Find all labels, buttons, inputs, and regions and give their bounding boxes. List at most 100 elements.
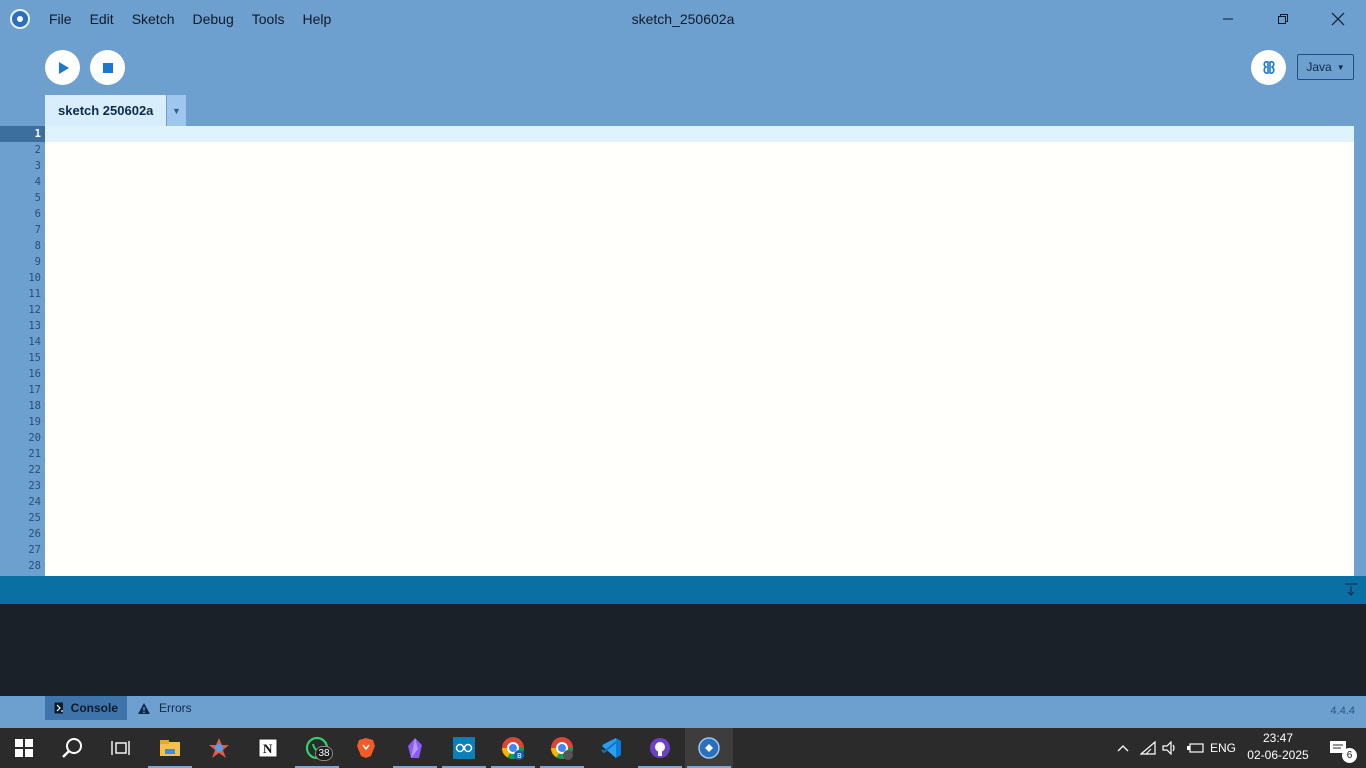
taskbar-app-whatsapp[interactable]: 38 [293, 728, 341, 768]
console-output[interactable] [0, 604, 1366, 696]
close-button[interactable] [1311, 0, 1365, 38]
collapse-console-icon[interactable] [1344, 583, 1358, 597]
clock-time: 23:47 [1262, 731, 1294, 745]
taskbar-app-file-explorer[interactable] [146, 728, 194, 768]
wifi-status[interactable] [1137, 728, 1159, 768]
mode-selector[interactable]: Java ▼ [1297, 54, 1354, 80]
clock-date: 02-06-2025 [1247, 748, 1309, 762]
menu-edit[interactable]: Edit [81, 0, 123, 38]
line-number: 5 [34, 192, 41, 204]
run-button[interactable] [45, 50, 80, 85]
line-number: 28 [28, 560, 41, 572]
clock[interactable]: 23:47 02-06-2025 [1240, 730, 1316, 766]
taskbar-app-arduino[interactable] [440, 728, 488, 768]
notification-count: 6 [1342, 748, 1357, 763]
app-icon-2 [208, 737, 230, 759]
debugger-button[interactable] [1251, 50, 1286, 85]
taskbar-app-app-icon-2[interactable] [195, 728, 243, 768]
line-number: 1 [34, 128, 41, 140]
line-number: 19 [28, 416, 41, 428]
language-indicator[interactable]: ENG [1208, 728, 1238, 768]
windows-logo-icon [15, 739, 33, 757]
tray-overflow-button[interactable] [1113, 728, 1133, 768]
chrome-icon [550, 736, 574, 760]
line-number: 12 [28, 304, 41, 316]
search-button[interactable] [48, 728, 96, 768]
line-number: 16 [28, 368, 41, 380]
taskbar-app-vscode[interactable] [587, 728, 635, 768]
line-number: 22 [28, 464, 41, 476]
taskbar-app-github-desktop[interactable] [636, 728, 684, 768]
arduino-icon [453, 737, 475, 759]
line-number: 9 [34, 256, 41, 268]
chevron-down-icon: ▼ [172, 105, 181, 116]
close-icon [1331, 12, 1345, 26]
terminal-icon [54, 702, 63, 714]
menu-tools[interactable]: Tools [243, 0, 294, 38]
taskbar-app-chrome[interactable] [538, 728, 586, 768]
svg-text:B: B [517, 752, 522, 760]
line-number: 14 [28, 336, 41, 348]
tab-sketch[interactable]: sketch 250602a [45, 95, 166, 126]
menu-debug[interactable]: Debug [184, 0, 243, 38]
taskbar-app-notion[interactable]: N [244, 728, 292, 768]
taskbar-app-chrome-profile-b[interactable]: B [489, 728, 537, 768]
editor-scrollbar[interactable] [1354, 126, 1366, 576]
line-number: 17 [28, 384, 41, 396]
minimize-button[interactable] [1201, 0, 1255, 38]
start-button[interactable] [0, 728, 48, 768]
line-number: 18 [28, 400, 41, 412]
processing-logo-icon [10, 9, 30, 29]
play-icon [58, 61, 69, 74]
minimize-icon [1223, 18, 1233, 20]
battery-status[interactable] [1184, 728, 1206, 768]
line-number: 21 [28, 448, 41, 460]
stop-icon [102, 62, 113, 73]
console-divider[interactable] [0, 576, 1366, 604]
line-number: 3 [34, 160, 41, 172]
line-number: 8 [34, 240, 41, 252]
volume-control[interactable] [1160, 728, 1180, 768]
brave-icon [356, 737, 376, 759]
taskbar-app-obsidian[interactable] [391, 728, 439, 768]
tab-console[interactable]: Console [45, 696, 127, 720]
line-number: 20 [28, 432, 41, 444]
task-view-button[interactable] [96, 728, 144, 768]
line-number: 7 [34, 224, 41, 236]
obsidian-icon [406, 737, 424, 759]
unread-count-badge: 38 [315, 746, 333, 761]
svg-text:N: N [263, 741, 273, 756]
tab-menu-button[interactable]: ▼ [167, 95, 186, 126]
menu-file[interactable]: File [40, 0, 81, 38]
file-explorer-icon [159, 739, 181, 757]
console-label: Console [70, 701, 118, 715]
errors-label: Errors [159, 701, 192, 715]
chevron-down-icon: ▼ [1336, 62, 1345, 72]
taskbar-app-brave[interactable] [342, 728, 390, 768]
code-editor[interactable] [45, 126, 1354, 576]
wifi-icon [1140, 741, 1156, 755]
warning-icon [138, 702, 150, 714]
search-icon [62, 738, 82, 758]
line-number: 26 [28, 528, 41, 540]
speaker-icon [1162, 741, 1175, 755]
mode-label: Java [1306, 60, 1332, 74]
line-number: 24 [28, 496, 41, 508]
restore-button[interactable] [1256, 0, 1310, 38]
line-number: 13 [28, 320, 41, 332]
line-number: 23 [28, 480, 41, 492]
windows-taskbar: N 38 B ENG 23:47 02-06-2025 6 [0, 728, 1366, 768]
line-number: 4 [34, 176, 41, 188]
menu-help[interactable]: Help [293, 0, 340, 38]
vscode-icon [600, 737, 622, 759]
taskbar-app-processing[interactable] [685, 728, 733, 768]
line-number: 10 [28, 272, 41, 284]
tab-errors[interactable]: Errors [128, 696, 201, 720]
stop-button[interactable] [90, 50, 125, 85]
notion-icon: N [258, 738, 278, 758]
line-number: 11 [28, 288, 41, 300]
line-number: 2 [34, 144, 41, 156]
line-number: 25 [28, 512, 41, 524]
notification-center-button[interactable]: 6 [1318, 728, 1358, 768]
menu-sketch[interactable]: Sketch [123, 0, 184, 38]
